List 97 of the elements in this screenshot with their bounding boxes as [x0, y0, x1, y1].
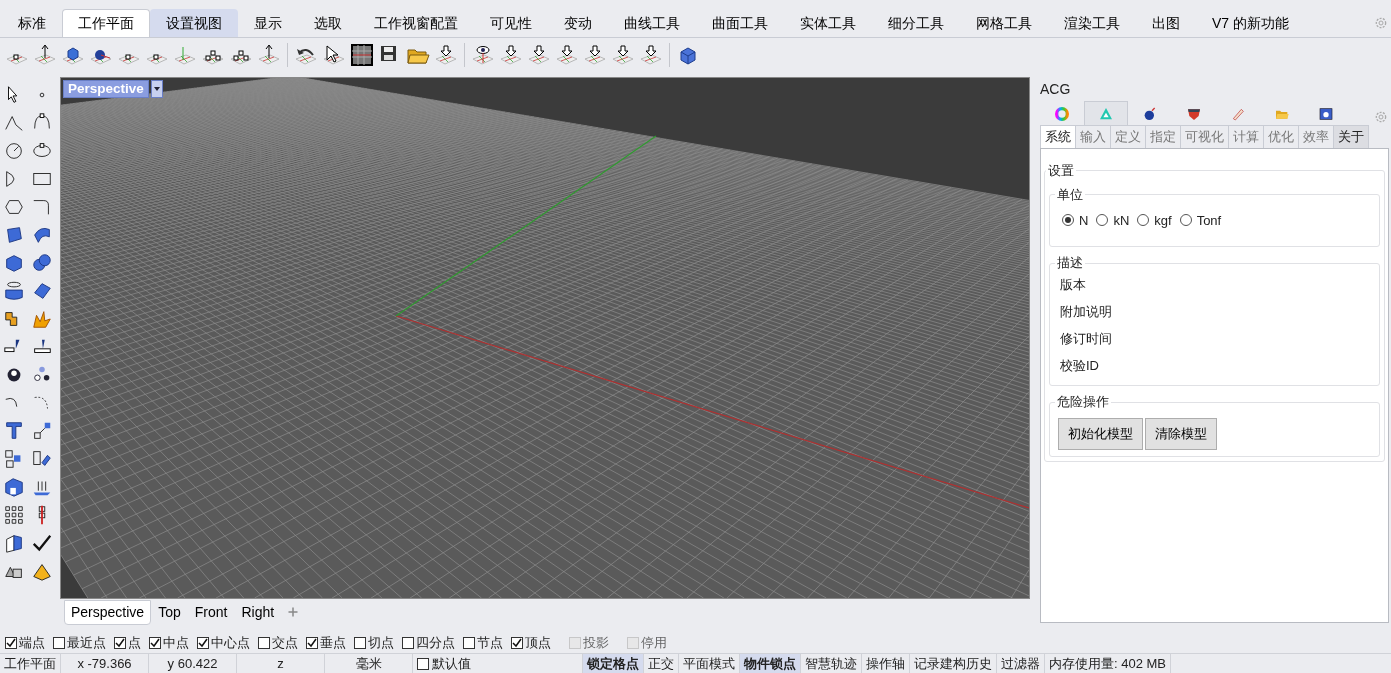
status-field: x -79.366: [61, 654, 149, 673]
eye-icon[interactable]: [471, 43, 495, 67]
checkmark-icon[interactable]: [31, 532, 53, 554]
osnap-checkbox[interactable]: 四分点: [402, 633, 455, 653]
panel-title: ACG: [1040, 81, 1071, 97]
status-toggle[interactable]: 锁定格点: [583, 654, 644, 673]
group-title: 设置: [1046, 162, 1076, 179]
ribbon-tab[interactable]: 可见性: [474, 9, 548, 37]
ribbon-tab[interactable]: 曲面工具: [696, 9, 784, 37]
add-icon[interactable]: [287, 606, 300, 618]
status-toggle[interactable]: 智慧轨迹: [801, 654, 862, 673]
cube-icon[interactable]: [3, 252, 25, 274]
action-button[interactable]: 清除模型: [1145, 418, 1217, 450]
unit-radio[interactable]: kgf: [1137, 210, 1172, 230]
ribbon-tab[interactable]: 设置视图: [150, 9, 238, 37]
grid-plane-icon[interactable]: [583, 43, 607, 67]
checkmark-icon: [512, 638, 522, 648]
scale-icon[interactable]: [31, 420, 53, 442]
grid-plane-icon[interactable]: [611, 43, 635, 67]
ribbon-tab[interactable]: 工作平面: [62, 9, 150, 37]
bomb-icon: [1142, 105, 1158, 122]
grid-plane-icon[interactable]: [555, 43, 579, 67]
status-toggle[interactable]: 过滤器: [997, 654, 1045, 673]
osnap-checkbox[interactable]: 顶点: [511, 633, 551, 653]
ribbon-tab[interactable]: 渲染工具: [1048, 9, 1136, 37]
surface-icon[interactable]: [31, 280, 53, 302]
ribbon-tab[interactable]: 细分工具: [872, 9, 960, 37]
status-text: 内存使用量: 402 MB: [1045, 654, 1172, 673]
grid-window-icon[interactable]: [350, 43, 374, 67]
ribbon-tab[interactable]: 实体工具: [784, 9, 872, 37]
osnap-checkbox[interactable]: 垂点: [306, 633, 346, 653]
text-icon[interactable]: [3, 420, 25, 442]
grid-plane-icon[interactable]: [257, 43, 281, 67]
box-icon[interactable]: [3, 476, 25, 498]
status-toggle[interactable]: 正交: [644, 654, 679, 673]
checkmark-icon: [307, 638, 317, 648]
circle-icon[interactable]: [3, 140, 25, 162]
unit-radio[interactable]: kN: [1096, 210, 1130, 230]
checkmark-icon: [198, 638, 208, 648]
burst-icon[interactable]: [31, 308, 53, 330]
ribbon-tab[interactable]: 出图: [1136, 9, 1196, 37]
group-title: 描述: [1055, 255, 1085, 271]
grid-plane-icon[interactable]: [527, 43, 551, 67]
status-field: y 60.422: [149, 654, 237, 673]
osnap-checkbox[interactable]: 点: [114, 633, 141, 653]
grid-plane-icon[interactable]: [639, 43, 663, 67]
osnap-checkbox[interactable]: 交点: [258, 633, 298, 653]
ribbon-tab[interactable]: 网格工具: [960, 9, 1048, 37]
status-checkbox[interactable]: 默认值: [417, 653, 472, 673]
cylinder-icon[interactable]: [3, 280, 25, 302]
ribbon-tab[interactable]: V7 的新功能: [1196, 9, 1305, 37]
action-button[interactable]: 初始化模型: [1058, 418, 1143, 450]
panel-tab[interactable]: 系统: [1040, 125, 1076, 149]
cursor-icon[interactable]: [322, 43, 346, 67]
osnap-checkbox[interactable]: 切点: [354, 633, 394, 653]
description-label: 附加说明: [1059, 303, 1113, 321]
description-label: 版本: [1059, 276, 1087, 294]
grid-plane-icon[interactable]: [499, 43, 523, 67]
viewport-tab[interactable]: Perspective: [64, 599, 152, 625]
osnap-checkbox[interactable]: 中点: [149, 633, 189, 653]
dropdown-caret-icon[interactable]: [151, 80, 163, 98]
unit-radio[interactable]: Tonf: [1179, 210, 1222, 230]
status-toggle[interactable]: 记录建构历史: [910, 654, 997, 673]
status-field: 毫米: [325, 654, 413, 673]
status-toggle[interactable]: 物件锁点: [740, 654, 801, 673]
checkmark-icon: [6, 638, 16, 648]
panel-tab[interactable]: 关于: [1333, 125, 1369, 149]
unit-radio[interactable]: N: [1062, 210, 1089, 230]
panel-icon[interactable]: [3, 532, 25, 554]
viewport-tab[interactable]: Right: [234, 599, 282, 625]
group-title: 单位: [1055, 186, 1085, 203]
ribbon-tab[interactable]: 显示: [238, 9, 298, 37]
osnap-checkbox[interactable]: 最近点: [53, 633, 106, 653]
checkmark-icon: [115, 638, 125, 648]
osnap-checkbox[interactable]: 端点: [5, 633, 45, 653]
group-title: 危险操作: [1055, 394, 1111, 410]
status-text: 工作平面: [0, 654, 61, 673]
spheres-icon[interactable]: [31, 252, 53, 274]
ribbon-tab[interactable]: 工作视窗配置: [358, 9, 474, 37]
description-label: 修订时间: [1059, 330, 1113, 348]
description-label: 校验ID: [1059, 357, 1100, 375]
grid-plane-icon[interactable]: [33, 43, 57, 67]
status-toggle[interactable]: 操作轴: [862, 654, 910, 673]
checkmark-icon: [150, 638, 160, 648]
ribbon-tab[interactable]: 选取: [298, 9, 358, 37]
osnap-checkbox[interactable]: 节点: [463, 633, 503, 653]
color-wheel-icon: [1054, 105, 1070, 122]
ribbon-tab[interactable]: 标准: [2, 9, 62, 37]
viewport-tab[interactable]: Front: [187, 599, 235, 625]
help-window-icon: [1318, 105, 1334, 122]
ribbon-tab[interactable]: 曲线工具: [608, 9, 696, 37]
viewport-tab[interactable]: Top: [151, 599, 188, 625]
status-field: z: [237, 654, 325, 673]
grid-dots-icon[interactable]: [3, 504, 25, 526]
osnap-checkbox[interactable]: 中心点: [197, 633, 250, 653]
grid-plane-icon[interactable]: [434, 43, 458, 67]
ribbon-tab[interactable]: 变动: [548, 9, 608, 37]
